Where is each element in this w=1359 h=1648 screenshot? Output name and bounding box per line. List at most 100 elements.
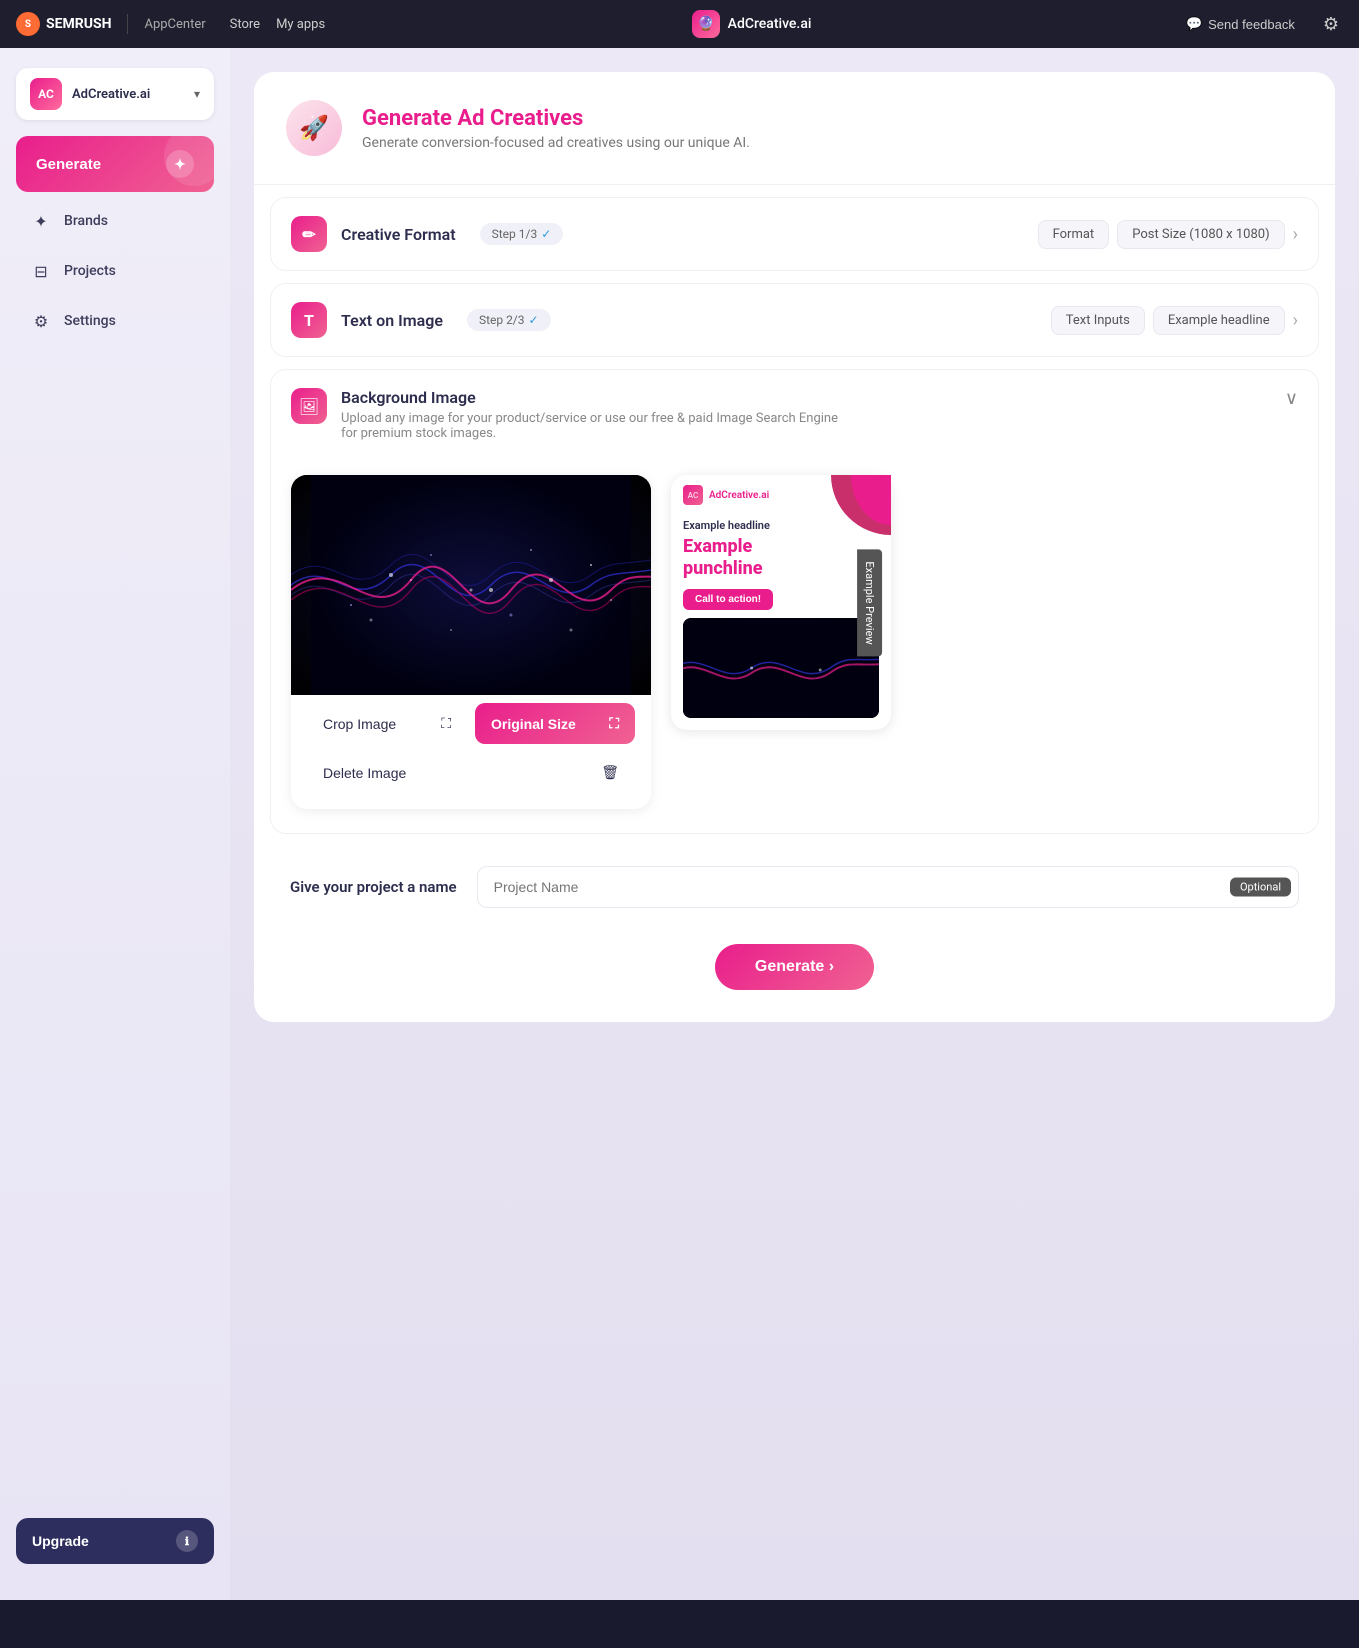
preview-panel: AC AdCreative.ai Example headline Exampl… <box>671 475 891 730</box>
delete-icon: 🗑 <box>601 764 619 781</box>
brands-icon: ✦ <box>30 210 52 232</box>
sidebar-projects-label: Projects <box>64 263 116 279</box>
app-name: AdCreative.ai <box>728 16 812 32</box>
sidebar-item-brands[interactable]: ✦ Brands <box>16 200 214 242</box>
dna-wave-background <box>291 475 651 695</box>
sidebar-item-settings[interactable]: ⚙ Settings <box>16 300 214 342</box>
bg-section-header: 🖼 Background Image Upload any image for … <box>271 370 1318 459</box>
image-actions: Crop Image ⛶ Original Size ⛶ <box>291 695 651 809</box>
step2-badge: Step 2/3 ✓ <box>467 309 551 331</box>
preview-dna-wave <box>683 618 879 718</box>
top-navigation: S SEMRUSH AppCenter Store My apps 🔮 AdCr… <box>0 0 1359 48</box>
main-content: 🚀 Generate Ad Creatives Generate convers… <box>230 48 1359 1600</box>
bg-title: Background Image <box>341 388 841 407</box>
step2-badge-text: Step 2/3 <box>479 313 525 327</box>
step2-title: Text on Image <box>341 311 443 330</box>
step2-textinputs-tag: Text Inputs <box>1051 306 1145 335</box>
upgrade-button[interactable]: Upgrade ℹ <box>16 1518 214 1564</box>
header-rocket-icon: 🚀 <box>286 100 342 156</box>
brand-chevron-icon: ▾ <box>194 87 200 101</box>
project-input-wrapper: Optional <box>477 866 1299 908</box>
page-title: Generate Ad Creatives <box>362 106 750 131</box>
project-name-input[interactable] <box>477 866 1299 908</box>
sidebar-bottom: Upgrade ℹ <box>16 1518 214 1580</box>
content-card: 🚀 Generate Ad Creatives Generate convers… <box>254 72 1335 1022</box>
nav-divider <box>127 14 128 34</box>
punchline-line2: punchline <box>683 558 762 579</box>
step1-creative-format[interactable]: ✏ Creative Format Step 1/3 ✓ Format Post… <box>270 197 1319 271</box>
topnav-center: 🔮 AdCreative.ai <box>341 10 1162 38</box>
delete-image-button[interactable]: Delete Image 🗑 <box>307 752 635 793</box>
punchline-line1: Example <box>683 536 752 557</box>
preview-punchline: Example punchline <box>683 536 879 579</box>
nav-myapps[interactable]: My apps <box>276 17 325 32</box>
appcenter-label: AppCenter <box>144 17 205 32</box>
project-name-section: Give your project a name Optional <box>254 846 1335 928</box>
step1-postsize-tag: Post Size (1080 x 1080) <box>1117 220 1284 249</box>
upgrade-label: Upgrade <box>32 1533 89 1549</box>
settings-nav-icon: ⚙ <box>30 310 52 332</box>
preview-cta-button[interactable]: Call to action! <box>683 589 773 610</box>
brand-selector[interactable]: AC AdCreative.ai ▾ <box>16 68 214 120</box>
step1-left: ✏ Creative Format Step 1/3 ✓ <box>291 216 563 252</box>
step1-right: Format Post Size (1080 x 1080) › <box>1038 220 1298 249</box>
nav-store[interactable]: Store <box>230 17 260 32</box>
crop-image-button[interactable]: Crop Image ⛶ <box>307 703 467 744</box>
feedback-label: Send feedback <box>1208 17 1295 32</box>
step1-title: Creative Format <box>341 225 456 244</box>
original-label: Original Size <box>491 716 576 732</box>
background-image-section: 🖼 Background Image Upload any image for … <box>270 369 1319 834</box>
preview-brand-logo: AC <box>683 485 703 505</box>
semrush-icon: S <box>16 12 40 36</box>
image-area: Crop Image ⛶ Original Size ⛶ <box>271 459 1318 833</box>
step2-chevron-icon: › <box>1293 310 1298 331</box>
preview-image <box>683 618 879 718</box>
send-feedback-button[interactable]: 💬 Send feedback <box>1178 12 1303 36</box>
step2-headline-tag: Example headline <box>1153 306 1285 335</box>
page-description: Generate conversion-focused ad creatives… <box>362 135 750 151</box>
step1-format-tag: Format <box>1038 220 1110 249</box>
sidebar-item-projects[interactable]: ⊟ Projects <box>16 250 214 292</box>
step2-left: T Text on Image Step 2/3 ✓ <box>291 302 551 338</box>
image-editor: Crop Image ⛶ Original Size ⛶ <box>291 475 651 809</box>
preview-brand-name: AdCreative.ai <box>709 490 769 501</box>
step2-text-on-image[interactable]: T Text on Image Step 2/3 ✓ Text Inputs E… <box>270 283 1319 357</box>
feedback-icon: 💬 <box>1186 16 1202 32</box>
crop-label: Crop Image <box>323 716 396 732</box>
steps-container: ✏ Creative Format Step 1/3 ✓ Format Post… <box>254 197 1335 357</box>
semrush-logo[interactable]: S SEMRUSH <box>16 12 111 36</box>
original-icon: ⛶ <box>609 715 619 732</box>
settings-icon[interactable]: ⚙ <box>1319 10 1343 39</box>
step2-check-icon: ✓ <box>529 313 539 327</box>
generate-main-button[interactable]: Generate › <box>715 944 874 990</box>
step1-badge-text: Step 1/3 <box>492 227 538 241</box>
step1-chevron-icon: › <box>1293 224 1298 245</box>
sidebar: AC AdCreative.ai ▾ Generate ✦ ✦ Brands ⊟… <box>0 48 230 1600</box>
step2-right: Text Inputs Example headline › <box>1051 306 1298 335</box>
app-icon-badge: 🔮 <box>692 10 720 38</box>
semrush-brand-text: SEMRUSH <box>46 16 111 32</box>
optional-badge: Optional <box>1230 878 1291 897</box>
generate-sidebar-button[interactable]: Generate ✦ <box>16 136 214 192</box>
brand-name: AdCreative.ai <box>72 87 150 102</box>
step1-check-icon: ✓ <box>541 227 551 241</box>
step1-badge: Step 1/3 ✓ <box>480 223 564 245</box>
step1-icon: ✏ <box>291 216 327 252</box>
page-header: 🚀 Generate Ad Creatives Generate convers… <box>254 72 1335 185</box>
crop-delete-row: Crop Image ⛶ Original Size ⛶ <box>299 703 643 748</box>
bg-text: Background Image Upload any image for yo… <box>341 388 841 441</box>
step2-icon: T <box>291 302 327 338</box>
delete-label: Delete Image <box>323 765 406 781</box>
collapse-icon[interactable]: ∨ <box>1285 388 1298 409</box>
image-frame: Crop Image ⛶ Original Size ⛶ <box>291 475 651 809</box>
brand-logo-small: AC <box>30 78 62 110</box>
brand-selector-left: AC AdCreative.ai <box>30 78 150 110</box>
upgrade-icon: ℹ <box>176 1530 198 1552</box>
bg-section-left: 🖼 Background Image Upload any image for … <box>291 388 841 441</box>
bg-description: Upload any image for your product/servic… <box>341 411 841 441</box>
sidebar-settings-label: Settings <box>64 313 116 329</box>
example-preview-tab[interactable]: Example Preview <box>857 549 882 656</box>
sidebar-brands-label: Brands <box>64 213 108 229</box>
original-size-button[interactable]: Original Size ⛶ <box>475 703 635 744</box>
project-name-label: Give your project a name <box>290 878 457 896</box>
